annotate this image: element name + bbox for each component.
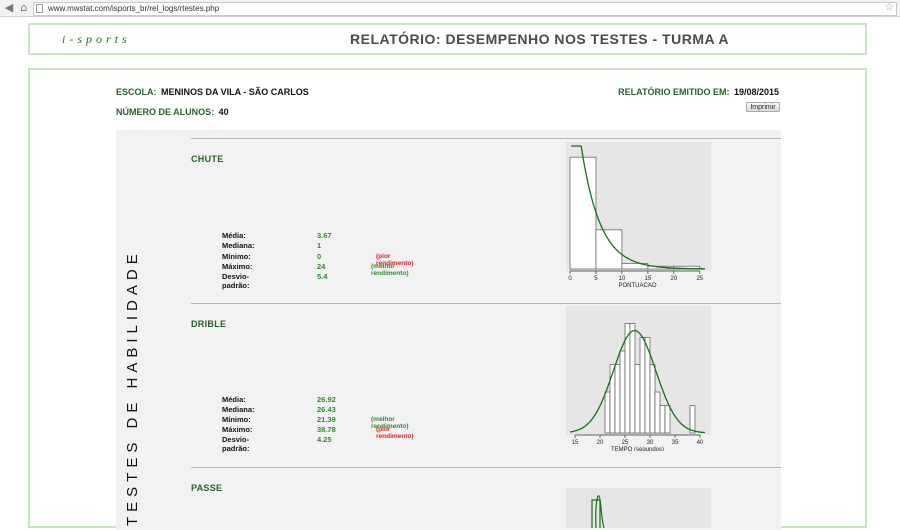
x-tick-label: 25: [696, 276, 703, 282]
x-tick-label: 0: [568, 276, 572, 282]
stat-label: Máximo:: [222, 425, 253, 434]
x-tick-label: 5: [594, 276, 598, 282]
x-tick-label: 10: [619, 276, 626, 282]
school-value: MENINOS DA VILA - SÃO CARLOS: [160, 87, 309, 97]
school-label: ESCOLA:: [116, 87, 157, 97]
stat-value: 21.39: [317, 415, 336, 424]
x-tick-label: 15: [645, 276, 652, 282]
x-axis-label: TEMPO (segundos): [611, 447, 664, 451]
vertical-section-label: TESTES DE HABILIDADE: [124, 249, 141, 526]
back-icon[interactable]: ◀: [2, 1, 16, 15]
stat-value: 3.67: [317, 231, 332, 240]
logo: i-sports: [62, 32, 131, 46]
stat-value: 26.92: [317, 395, 336, 404]
stat-label: Média:: [222, 231, 246, 240]
histogram-bar: [604, 391, 611, 434]
stat-label: Mínimo:: [222, 252, 251, 261]
report-date-info: RELATÓRIO EMITIDO EM: 19/08/2015: [618, 82, 779, 100]
histogram-bar: [619, 350, 626, 434]
histogram-bar: [689, 405, 696, 434]
histogram-bar: [614, 364, 621, 434]
stat-value: 24: [317, 262, 326, 271]
stat-value: 0: [317, 252, 322, 261]
histogram-bar: [629, 323, 636, 434]
histogram-passe: [566, 488, 711, 528]
separator: [191, 303, 781, 304]
stat-value: 5.4: [317, 272, 328, 281]
x-tick-label: 35: [672, 440, 679, 446]
report-header: i-sports RELATÓRIO: DESEMPENHO NOS TESTE…: [28, 23, 867, 55]
page-title: RELATÓRIO: DESEMPENHO NOS TESTES - TURMA…: [350, 31, 730, 47]
histogram-bar: [634, 364, 641, 434]
stat-value: 38.78: [317, 425, 336, 434]
page-icon: [36, 4, 43, 13]
print-button[interactable]: Imprimir: [746, 102, 780, 112]
histogram-bar: [654, 391, 661, 434]
stat-label: Máximo:: [222, 262, 253, 271]
histogram-bar: [639, 336, 646, 434]
x-tick-label: 20: [671, 276, 678, 282]
stat-label: Mediana:: [222, 241, 255, 250]
separator: [191, 138, 781, 139]
students-info: NÚMERO DE ALUNOS: 40: [116, 102, 229, 120]
histogram-bar: [595, 229, 623, 270]
histogram-bar: [659, 405, 666, 434]
x-tick-label: 15: [572, 440, 579, 446]
stat-note: (pior rendimento): [376, 426, 414, 440]
section-title-passe: PASSE: [191, 483, 223, 493]
histogram-drible-svg: 15 20 25 30 35 40 TEMPO (segundos): [566, 306, 711, 451]
histogram-chute-svg: 0 5 10 15 20 25 PONTUACAO: [566, 142, 711, 287]
x-tick-label: 40: [697, 440, 704, 446]
report-date-label: RELATÓRIO EMITIDO EM:: [618, 87, 730, 97]
stat-note: (melhor rendimento): [371, 263, 409, 277]
histogram-drible: 15 20 25 30 35 40 TEMPO (segundos): [566, 306, 711, 451]
students-value: 40: [218, 107, 229, 117]
histogram-chute: 0 5 10 15 20 25 PONTUACAO: [566, 142, 711, 287]
histogram-bar: [664, 405, 671, 434]
section-title-drible: DRIBLE: [191, 319, 227, 329]
home-icon[interactable]: ⌂: [17, 1, 31, 15]
students-label: NÚMERO DE ALUNOS:: [116, 107, 215, 117]
school-info: ESCOLA: MENINOS DA VILA - SÃO CARLOS: [116, 82, 309, 100]
histogram-bar: [649, 364, 656, 434]
x-tick-label: 20: [597, 440, 604, 446]
report-panel: ESCOLA: MENINOS DA VILA - SÃO CARLOS REL…: [28, 68, 867, 530]
section-title-chute: CHUTE: [191, 154, 224, 164]
stat-value: 1: [317, 241, 322, 250]
x-tick-label: 25: [622, 440, 629, 446]
tests-content: TESTES DE HABILIDADE CHUTE Média: 3.67 M…: [116, 130, 781, 530]
bookmark-star-icon[interactable]: ☆: [885, 2, 894, 13]
stat-label: Desvio-padrão:: [222, 272, 250, 290]
stat-label: Mínimo:: [222, 415, 251, 424]
chart-background: [566, 488, 711, 528]
separator: [191, 467, 781, 468]
stat-label: Média:: [222, 395, 246, 404]
url-text: www.mwstat.com/isports_br/rel_logs/rtest…: [48, 4, 220, 13]
address-bar[interactable]: www.mwstat.com/isports_br/rel_logs/rtest…: [33, 2, 897, 16]
x-tick-label: 30: [647, 440, 654, 446]
stat-value: 4.25: [317, 435, 332, 444]
histogram-passe-svg: [566, 488, 711, 528]
histogram-bar: [569, 156, 597, 270]
stat-label: Mediana:: [222, 405, 255, 414]
x-axis-label: PONTUACAO: [618, 283, 656, 287]
report-date-value: 19/08/2015: [733, 87, 779, 97]
browser-toolbar: ◀ ⌂ www.mwstat.com/isports_br/rel_logs/r…: [0, 0, 900, 17]
stat-value: 26.43: [317, 405, 336, 414]
stat-label: Desvio-padrão:: [222, 435, 250, 453]
